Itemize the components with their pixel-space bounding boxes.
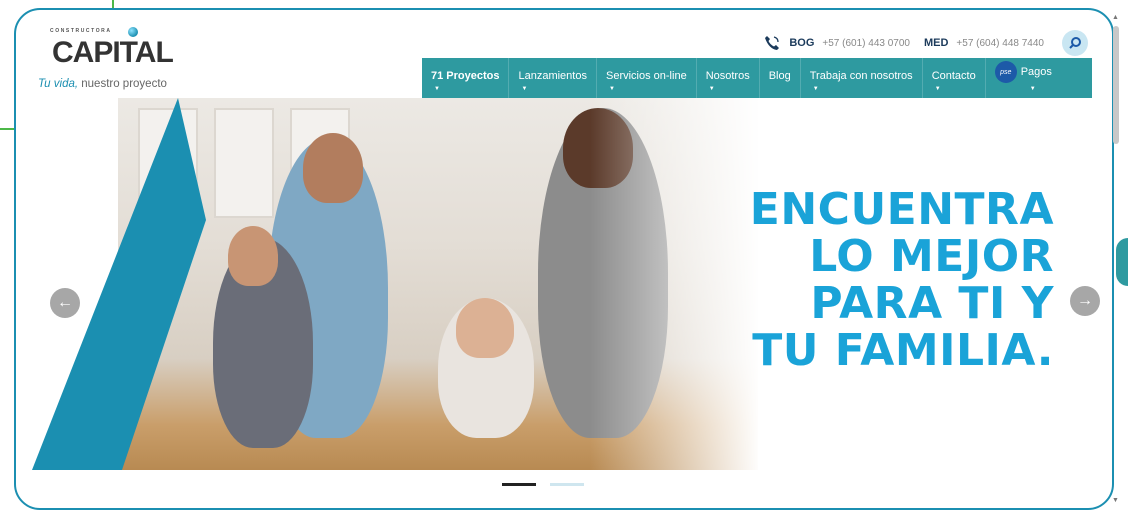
nav-item-lanzamientos[interactable]: Lanzamientos ▼ (509, 58, 597, 98)
carousel-prev-button[interactable]: ← (50, 288, 80, 318)
search-icon (1069, 37, 1081, 49)
nav-label: Contacto (931, 70, 976, 82)
contact-city-bog: BOG (789, 37, 815, 49)
carousel-indicators (502, 483, 584, 486)
chevron-down-icon: ▼ (1029, 86, 1036, 92)
nav-label: Blog (768, 70, 791, 82)
nav-label: 71 Proyectos (431, 70, 500, 82)
contact-phone-bog[interactable]: +57 (601) 443 0700 (822, 38, 910, 49)
pse-logo-icon: pse (994, 61, 1017, 83)
nav-label: Trabaja con nosotros (809, 70, 913, 82)
carousel-dot[interactable] (550, 483, 584, 486)
page: CONSTRUCTORA CAPITAL Tu vida, nuestro pr… (0, 0, 1128, 515)
chevron-down-icon: ▼ (434, 86, 440, 92)
nav-label: Pagos (1020, 66, 1052, 78)
headline-line: PARA TI Y (810, 278, 1054, 329)
nav-label: Lanzamientos (518, 70, 587, 82)
phone-icon (763, 34, 781, 52)
nav-label: Nosotros (705, 70, 750, 82)
contact-city-med: MED (923, 37, 949, 49)
brand-triangle-shape (32, 98, 206, 470)
tagline-rest: nuestro proyecto (78, 78, 167, 90)
nav-item-trabaja[interactable]: Trabaja con nosotros ▼ (801, 58, 923, 98)
chevron-down-icon: ▼ (708, 86, 715, 92)
nav-item-blog[interactable]: Blog (760, 58, 801, 98)
contact-phone-med[interactable]: +57 (604) 448 7440 (956, 38, 1044, 49)
decorative-shape (456, 298, 514, 358)
chevron-down-icon: ▼ (934, 86, 941, 92)
page-scrollbar[interactable]: ▲ ▼ (1112, 14, 1120, 504)
nav-item-pagos[interactable]: pse Pagos ▼ (986, 58, 1061, 98)
headline-line: TU FAMILIA. (752, 325, 1054, 376)
brand-logo[interactable]: CONSTRUCTORA CAPITAL Tu vida, nuestro pr… (38, 22, 238, 96)
nav-label: Servicios on-line (605, 70, 687, 82)
arrow-left-icon: ← (57, 294, 73, 311)
logo-subtitle: CONSTRUCTORA (50, 28, 112, 34)
nav-item-contacto[interactable]: Contacto ▼ (923, 58, 986, 98)
decorative-shape (303, 133, 363, 203)
search-button[interactable] (1062, 30, 1088, 56)
contact-bar: BOG +57 (601) 443 0700 MED +57 (604) 448… (763, 28, 1088, 58)
logo-tagline: Tu vida, nuestro proyecto (38, 78, 167, 90)
hero-headline: ENCUENTRA LO MEJOR PARA TI Y TU FAMILIA. (750, 186, 1054, 374)
chevron-down-icon: ▼ (812, 86, 819, 92)
nav-item-proyectos[interactable]: 71 Proyectos ▼ (422, 58, 510, 98)
nav-item-servicios[interactable]: Servicios on-line ▼ (597, 58, 697, 98)
scroll-down-icon[interactable]: ▼ (1112, 497, 1119, 504)
headline-line: ENCUENTRA (749, 184, 1054, 235)
scroll-thumb[interactable] (1113, 26, 1119, 144)
nav-item-nosotros[interactable]: Nosotros ▼ (697, 58, 760, 98)
tagline-emphasis: Tu vida, (38, 78, 79, 90)
headline-line: LO MEJOR (809, 231, 1054, 282)
carousel-next-button[interactable]: → (1070, 286, 1100, 316)
scroll-up-icon[interactable]: ▲ (1112, 14, 1119, 21)
chevron-down-icon: ▼ (608, 86, 615, 92)
chevron-down-icon: ▼ (521, 86, 528, 92)
hero-banner: ENCUENTRA LO MEJOR PARA TI Y TU FAMILIA. (30, 98, 1098, 470)
main-nav: 71 Proyectos ▼ Lanzamientos ▼ Servicios on… (422, 58, 1092, 98)
logo-name: CAPITAL (52, 36, 174, 69)
carousel-dot[interactable] (502, 483, 536, 486)
arrow-right-icon: → (1077, 292, 1093, 309)
